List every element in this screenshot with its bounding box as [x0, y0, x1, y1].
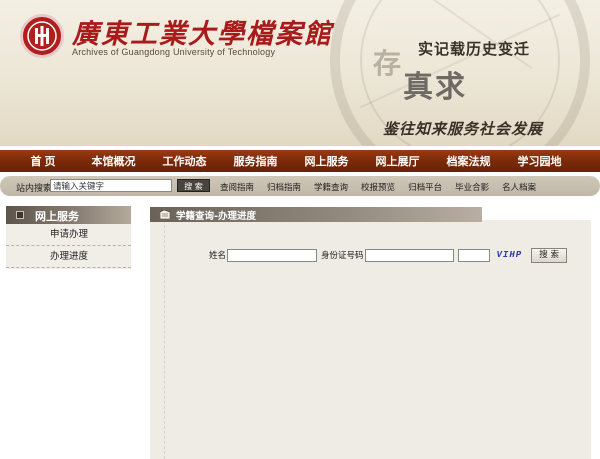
name-label: 姓名 — [209, 251, 227, 261]
seal-emblem-icon — [27, 21, 57, 51]
query-submit-button[interactable]: 搜 索 — [531, 247, 568, 263]
quicklink-student-record-query[interactable]: 学籍查询 — [314, 181, 348, 193]
content-header: 学籍查询-办理进度 — [150, 207, 482, 222]
university-seal-icon[interactable] — [20, 14, 64, 58]
site-logo-subtitle: Archives of Guangdong University of Tech… — [72, 47, 276, 57]
slogan-bottom: 鉴往知来服务社会发展 — [383, 120, 544, 138]
main-nav: 首 页 本馆概况 工作动态 服务指南 网上服务 网上展厅 档案法规 学习园地 — [0, 150, 600, 172]
nav-item-about[interactable]: 本馆概况 — [78, 153, 149, 169]
nav-item-online-service[interactable]: 网上服务 — [291, 153, 362, 169]
quicklink-filing-guide[interactable]: 归档指南 — [267, 181, 301, 193]
captcha-image[interactable]: VIHP — [497, 250, 523, 260]
quick-links: 查阅指南 归档指南 学籍查询 校报预览 归档平台 毕业合影 名人档案 — [220, 181, 549, 193]
search-button[interactable]: 搜 索 — [177, 179, 210, 192]
quicklink-access-guide[interactable]: 查阅指南 — [220, 181, 254, 193]
name-input[interactable] — [227, 248, 318, 262]
nav-item-home[interactable]: 首 页 — [8, 153, 78, 169]
page: 廣東工業大學檔案館 Archives of Guangdong Universi… — [0, 0, 600, 459]
quicklink-filing-platform[interactable]: 归档平台 — [408, 181, 442, 193]
quicklink-graduation-photos[interactable]: 毕业合影 — [455, 181, 489, 193]
header-banner: 廣東工業大學檔案館 Archives of Guangdong Universi… — [0, 0, 600, 146]
sidebar-item-progress[interactable]: 办理进度 — [6, 246, 131, 268]
content-title: 学籍查询-办理进度 — [176, 211, 256, 222]
sidebar-title: 网上服务 — [35, 210, 79, 223]
document-icon — [160, 210, 170, 219]
slogan-big-char: 存 — [373, 47, 402, 80]
id-number-label: 身份证号码 — [321, 251, 364, 261]
square-bullet-icon — [16, 211, 24, 219]
sidebar-header: 网上服务 — [6, 206, 131, 224]
site-logo-title[interactable]: 廣東工業大學檔案館 — [72, 12, 333, 51]
dashed-divider — [164, 220, 165, 459]
page-edge — [591, 220, 600, 459]
sidebar-menu: 申请办理 办理进度 — [6, 224, 131, 269]
search-bar: 站内搜索: 搜 索 查阅指南 归档指南 学籍查询 校报预览 归档平台 毕业合影 … — [0, 176, 600, 196]
search-input[interactable] — [50, 179, 172, 192]
nav-item-news[interactable]: 工作动态 — [149, 153, 220, 169]
quicklink-newspaper-preview[interactable]: 校报预览 — [361, 181, 395, 193]
id-number-input[interactable] — [364, 248, 454, 262]
query-form: 姓名 身份证号码 VIHP 搜 索 — [209, 247, 568, 263]
nav-item-service-guide[interactable]: 服务指南 — [220, 153, 291, 169]
nav-item-regulations[interactable]: 档案法规 — [433, 153, 504, 169]
nav-item-online-exhibition[interactable]: 网上展厅 — [362, 153, 433, 169]
slogan-top: 实记载历史变迁 — [418, 40, 531, 58]
sidebar-item-apply[interactable]: 申请办理 — [6, 224, 131, 246]
slogan-big-chars: 真求 — [403, 70, 467, 105]
quicklink-celebrity-archives[interactable]: 名人档案 — [502, 181, 536, 193]
captcha-input[interactable] — [457, 248, 490, 262]
nav-item-learning[interactable]: 学习园地 — [504, 153, 575, 169]
